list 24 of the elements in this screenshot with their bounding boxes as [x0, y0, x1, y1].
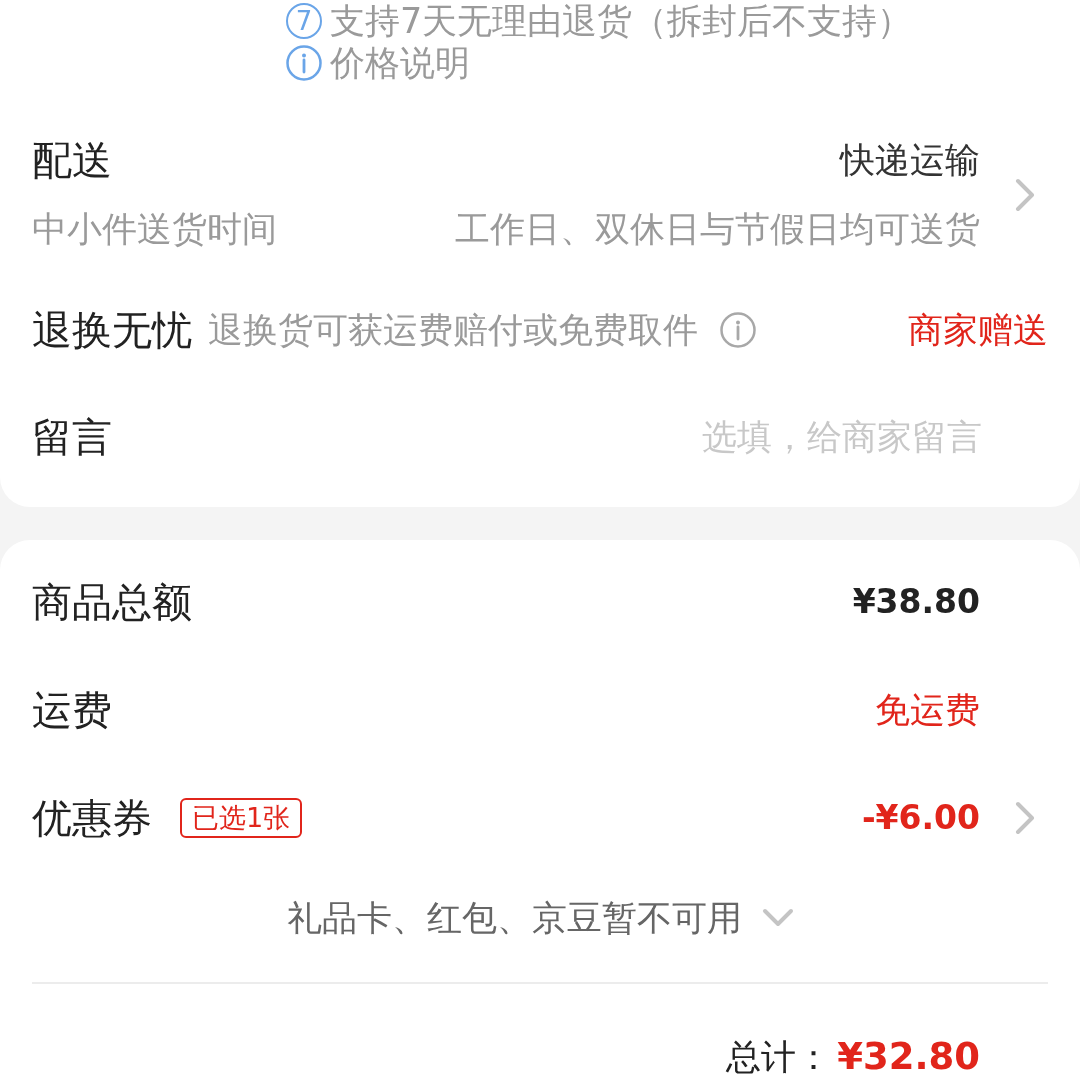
service-note: 支持7天无理由退货（拆封后不支持）	[330, 0, 913, 42]
chevron-down-icon	[761, 908, 794, 928]
delivery-time-label: 中小件送货时间	[32, 208, 277, 251]
return-service-value: 商家赠送	[908, 309, 1048, 352]
summary-value: -¥6.00	[861, 797, 980, 839]
summary-label: 运费	[32, 688, 112, 732]
return-service-description: 退换货可获运费赔付或免费取件	[208, 309, 698, 352]
summary-label: 优惠券	[32, 796, 152, 840]
day-count-badge: 7	[286, 3, 322, 39]
delivery-time-value: 工作日、双休日与节假日均可送货	[455, 208, 980, 251]
total-value: ¥32.80	[837, 1034, 980, 1080]
message-label: 留言	[32, 415, 112, 459]
delivery-label: 配送	[32, 138, 112, 182]
info-icon[interactable]	[720, 312, 756, 348]
summary-value: ¥38.80	[852, 581, 980, 623]
coupon-count-tag: 已选1张	[180, 798, 303, 838]
delivery-method[interactable]: 快递运输	[840, 138, 980, 182]
info-icon[interactable]	[286, 45, 322, 81]
chevron-right-icon	[1015, 177, 1035, 212]
summary-value: 免运费	[875, 689, 980, 732]
total-label: 总计：	[726, 1036, 832, 1079]
unavailable-note[interactable]: 礼品卡、红包、京豆暂不可用	[286, 896, 742, 940]
summary-label: 商品总额	[32, 580, 192, 624]
return-service-label: 退换无忧	[32, 308, 192, 352]
